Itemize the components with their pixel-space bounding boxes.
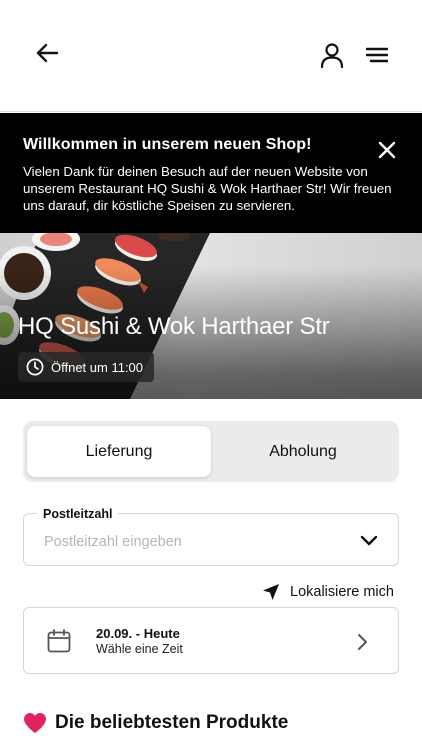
order-type-toggle: Lieferung Abholung	[23, 421, 399, 482]
chevron-down-icon	[358, 531, 380, 549]
banner-title: Willkommen in unserem neuen Shop!	[23, 136, 312, 153]
opening-time-badge: Öffnet um 11:00	[18, 352, 155, 382]
account-button[interactable]	[316, 38, 348, 72]
locate-me-link[interactable]: Lokalisiere mich	[262, 580, 394, 604]
menu-button[interactable]	[361, 38, 393, 72]
popular-products-heading: Die beliebtesten Produkte	[23, 712, 288, 734]
tab-pickup[interactable]: Abholung	[211, 426, 395, 477]
time-slot-selector[interactable]: 20.09. - Heute Wähle eine Zeit	[23, 607, 399, 674]
clock-icon	[26, 358, 44, 376]
postcode-placeholder: Postleitzahl eingeben	[44, 534, 182, 550]
time-slot-date: 20.09. - Heute	[96, 626, 180, 641]
postcode-label: Postleitzahl	[37, 507, 119, 521]
opening-time-text: Öffnet um 11:00	[51, 359, 144, 375]
hamburger-menu-icon	[366, 47, 388, 63]
banner-close-button[interactable]	[374, 137, 400, 163]
postcode-select[interactable]: Postleitzahl Postleitzahl eingeben	[23, 507, 399, 566]
popular-products-title: Die beliebtesten Produkte	[55, 712, 289, 733]
locate-me-label: Lokalisiere mich	[290, 584, 394, 600]
location-arrow-icon	[263, 584, 279, 600]
time-slot-subtitle: Wähle eine Zeit	[96, 642, 183, 656]
back-button[interactable]	[30, 36, 64, 70]
tab-delivery[interactable]: Lieferung	[27, 426, 211, 477]
welcome-banner: Willkommen in unserem neuen Shop! Vielen…	[0, 113, 422, 233]
chevron-right-icon	[358, 634, 367, 650]
close-icon	[378, 141, 396, 159]
heart-icon	[24, 713, 46, 733]
user-icon	[320, 43, 344, 68]
arrow-left-icon	[36, 43, 59, 63]
restaurant-hero: HQ Sushi & Wok Harthaer Str Öffnet um 11…	[0, 233, 422, 399]
calendar-icon	[47, 629, 71, 653]
banner-text: Vielen Dank für deinen Besuch auf der ne…	[23, 164, 392, 213]
top-navigation-bar	[0, 0, 422, 112]
restaurant-name: HQ Sushi & Wok Harthaer Str	[18, 313, 330, 340]
